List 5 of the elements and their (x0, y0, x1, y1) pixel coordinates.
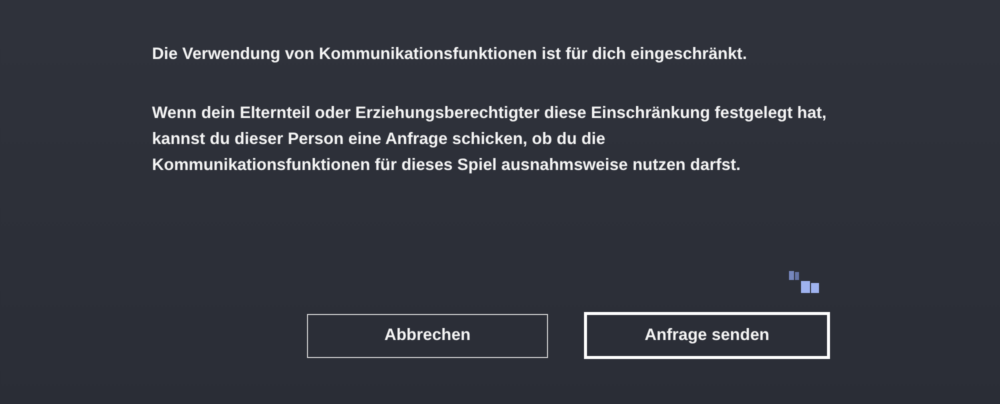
loading-icon (787, 270, 821, 296)
restriction-details: Wenn dein Elternteil oder Erziehungsberechtigter diese Einschränkung festgelegt hat, kannst du dieser Person eine Anfrage schicken, ob du die Kommunikationsfunktionen für dieses Spiel ausnahmsweise nutzen darfst. (152, 103, 828, 176)
cancel-button[interactable]: Abbrechen (307, 314, 548, 358)
send-request-button[interactable]: Anfrage senden (584, 312, 830, 359)
restriction-message: Die Verwendung von Kommunikationsfunktionen ist für dich eingeschränkt. (152, 44, 748, 65)
